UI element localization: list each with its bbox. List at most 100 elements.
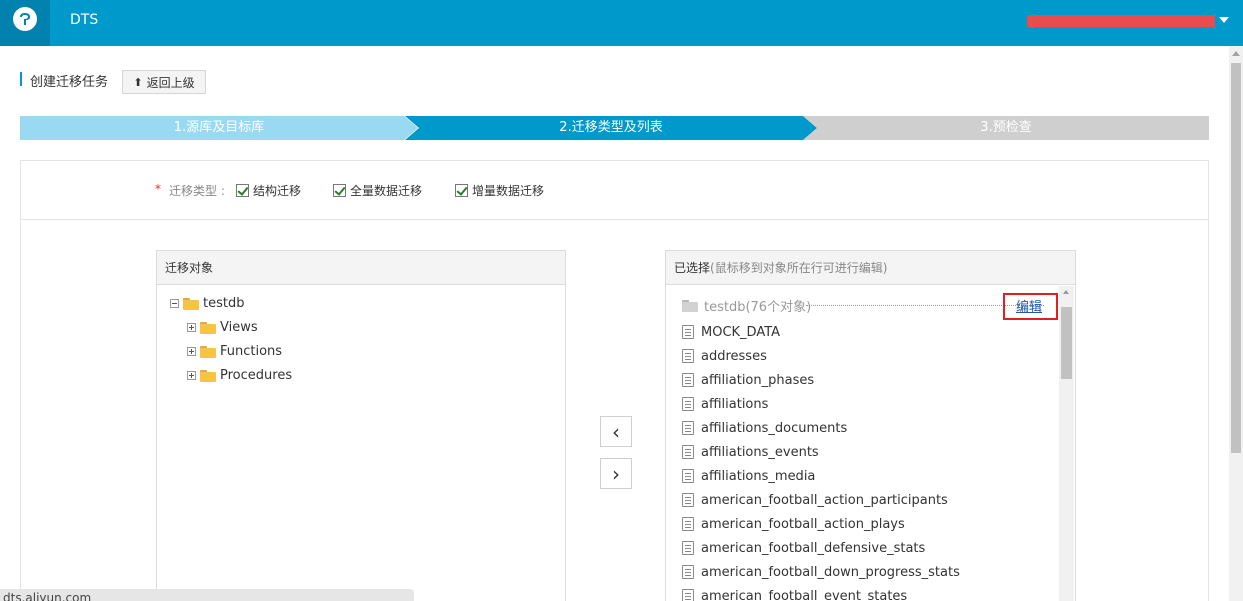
table-icon: [682, 373, 694, 387]
top-bar: DTS: [0, 0, 1243, 46]
list-item[interactable]: affiliations_media: [682, 464, 1052, 488]
migration-type-label: 迁移类型 :: [169, 184, 225, 198]
list-item[interactable]: affiliations_documents: [682, 416, 1052, 440]
tree-node-functions[interactable]: Functions: [187, 344, 282, 359]
table-icon: [682, 469, 694, 483]
list-item[interactable]: affiliation_phases: [682, 368, 1052, 392]
checkbox-incremental-migration[interactable]: 增量数据迁移: [455, 182, 544, 199]
list-item[interactable]: american_football_action_participants: [682, 488, 1052, 512]
checkbox-checked-icon[interactable]: [455, 184, 468, 197]
list-item[interactable]: american_football_event_states: [682, 584, 1052, 601]
checkbox-full-data-migration[interactable]: 全量数据迁移: [333, 182, 422, 199]
list-item-label: american_football_action_participants: [701, 492, 948, 508]
list-item-label: affiliations_documents: [701, 420, 848, 436]
expand-icon[interactable]: [187, 371, 196, 380]
selected-objects-panel: 已选择(鼠标移到对象所在行可进行编辑) testdb(76个对象) 编辑 MOC…: [665, 250, 1076, 601]
panel-title: 已选择: [674, 261, 711, 275]
required-mark: *: [155, 182, 161, 196]
folder-icon: [682, 299, 698, 312]
checkbox-checked-icon[interactable]: [333, 184, 346, 197]
expand-icon[interactable]: [187, 323, 196, 332]
selected-root-label[interactable]: testdb(76个对象): [704, 296, 811, 315]
panel-header: 已选择(鼠标移到对象所在行可进行编辑): [666, 251, 1075, 285]
checkbox-label: 结构迁移: [253, 184, 302, 198]
tree-node-label[interactable]: testdb: [203, 296, 244, 311]
back-button-label: 返回上级: [146, 75, 195, 90]
expand-icon[interactable]: [187, 347, 196, 356]
list-item-label: affiliation_phases: [701, 372, 815, 388]
collapse-icon[interactable]: [170, 299, 179, 308]
checkbox-schema-migration[interactable]: 结构迁移: [236, 182, 301, 199]
list-scrollbar[interactable]: [1059, 286, 1074, 601]
back-button[interactable]: ⬆ 返回上级: [122, 70, 206, 94]
scroll-up-icon[interactable]: [1232, 51, 1240, 56]
move-left-button[interactable]: ‹: [600, 416, 632, 447]
tree-node-views[interactable]: Views: [187, 320, 258, 335]
app-title[interactable]: DTS: [70, 12, 98, 28]
checkbox-checked-icon[interactable]: [236, 184, 249, 197]
list-item[interactable]: american_football_action_plays: [682, 512, 1052, 536]
table-icon: [682, 493, 694, 507]
tree-node-label[interactable]: Functions: [220, 344, 282, 359]
status-url-bubble: dts.aliyun.com: [0, 589, 414, 601]
list-item-label: affiliations_media: [701, 468, 816, 484]
page-scrollbar[interactable]: [1229, 46, 1243, 601]
scroll-up-icon[interactable]: [1063, 290, 1069, 294]
chevron-down-icon[interactable]: [1219, 17, 1229, 23]
list-item[interactable]: american_football_defensive_stats: [682, 536, 1052, 560]
list-item-label: affiliations_events: [701, 444, 819, 460]
tree-node-root[interactable]: testdb: [170, 296, 244, 311]
list-item-label: american_football_action_plays: [701, 516, 905, 532]
list-item[interactable]: affiliations: [682, 392, 1052, 416]
panel-title: 迁移对象: [157, 251, 565, 285]
step-source-target: 1.源库及目标库: [20, 116, 418, 140]
folder-icon: [200, 369, 216, 382]
panel-hint: (鼠标移到对象所在行可进行编辑): [710, 261, 888, 275]
table-icon: [682, 589, 694, 601]
user-account-name[interactable]: [1027, 15, 1215, 27]
table-icon: [682, 445, 694, 459]
migration-type-row: * 迁移类型 : 结构迁移 全量数据迁移 增量数据迁移: [21, 161, 1208, 220]
step-migration-type: 2.迁移类型及列表: [405, 116, 817, 140]
title-accent-bar: [20, 72, 22, 86]
table-icon: [682, 349, 694, 363]
list-item-label: affiliations: [701, 396, 769, 412]
page-title: 创建迁移任务: [30, 75, 109, 90]
list-item-label: american_football_down_progress_stats: [701, 564, 960, 580]
edit-link[interactable]: 编辑: [1016, 296, 1042, 315]
tree-node-procedures[interactable]: Procedures: [187, 368, 292, 383]
folder-icon: [183, 297, 199, 310]
step-progress-bar: 1.源库及目标库 2.迁移类型及列表 3.预检查: [20, 116, 1209, 140]
selected-objects-list: MOCK_DATA addresses affiliation_phasesaffi…: [682, 320, 1052, 601]
app-root: DTS 创建迁移任务 ⬆ 返回上级 1.源库及目标库 2.迁移类型及列表 3.预…: [0, 0, 1243, 601]
chevron-left-icon: ‹: [612, 419, 620, 444]
step-precheck: 3.预检查: [803, 116, 1209, 140]
tree-node-label[interactable]: Views: [220, 320, 258, 335]
table-icon: [682, 421, 694, 435]
folder-icon: [200, 345, 216, 358]
table-icon: [682, 517, 694, 531]
move-right-button[interactable]: ›: [600, 458, 632, 489]
table-icon: [682, 541, 694, 555]
table-icon: [682, 397, 694, 411]
source-objects-panel: 迁移对象 testdb Views Functions Procedures: [156, 250, 566, 601]
list-item[interactable]: american_football_down_progress_stats: [682, 560, 1052, 584]
list-item[interactable]: addresses: [682, 344, 1052, 368]
list-item[interactable]: MOCK_DATA: [682, 320, 1052, 344]
chevron-right-icon: ›: [612, 461, 620, 486]
folder-icon: [200, 321, 216, 334]
main-form-box: * 迁移类型 : 结构迁移 全量数据迁移 增量数据迁移 迁移对象 testdb: [20, 160, 1209, 601]
aliyun-cloud-logo-icon: [13, 7, 37, 31]
up-arrow-icon: ⬆: [133, 75, 143, 89]
list-item-label: addresses: [701, 348, 767, 364]
scroll-thumb[interactable]: [1061, 307, 1072, 379]
logo-button[interactable]: [0, 0, 50, 46]
tree-node-label[interactable]: Procedures: [220, 368, 292, 383]
table-icon: [682, 325, 694, 339]
selected-root-node[interactable]: testdb(76个对象): [682, 296, 811, 315]
checkbox-label: 增量数据迁移: [472, 184, 545, 198]
list-item-label: MOCK_DATA: [701, 324, 781, 340]
scroll-thumb[interactable]: [1231, 63, 1241, 453]
list-item-label: american_football_event_states: [701, 588, 908, 601]
list-item[interactable]: affiliations_events: [682, 440, 1052, 464]
